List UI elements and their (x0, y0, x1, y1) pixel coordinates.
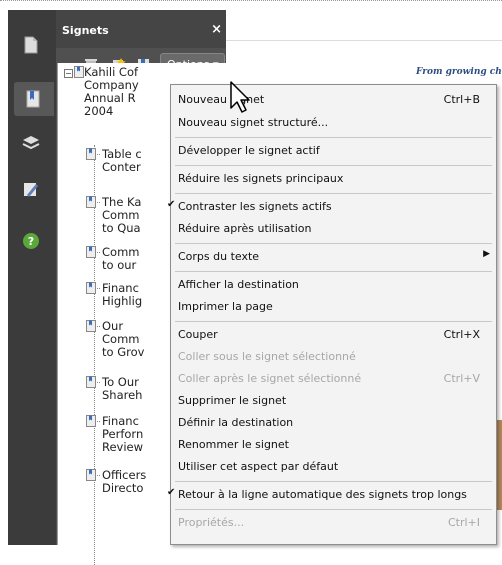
menu-item-label: Coller sous le signet sélectionné (178, 350, 356, 363)
tree-bookmark-label: Comm to our (102, 245, 140, 272)
menu-item-label: Retour à la ligne automatique des signet… (178, 488, 467, 501)
menu-item-label: Définir la destination (178, 416, 294, 429)
menu-item-3[interactable]: Réduire les signets principaux (171, 169, 496, 189)
tree-bookmark-label: Officers Directo (102, 468, 147, 495)
window-top-border (0, 0, 502, 8)
layers-button[interactable] (14, 126, 48, 160)
menu-item-12[interactable]: Supprimer le signet (171, 391, 496, 411)
menu-item-label: Imprimer la page (178, 300, 273, 313)
menu-item-17: Propriétés... Ctrl+I (171, 513, 496, 533)
menu-item-4[interactable]: ✔ Contraster les signets actifs (167, 197, 496, 217)
help-button[interactable]: ? (14, 224, 48, 258)
menu-item-9[interactable]: Couper Ctrl+X (171, 325, 496, 345)
pen-signature-icon (24, 183, 38, 197)
collapse-icon[interactable]: − (64, 69, 73, 78)
menu-item-14[interactable]: Renommer le signet (171, 435, 496, 455)
menu-separator (175, 137, 492, 138)
bookmark-icon (86, 246, 96, 258)
menu-item-label: Couper (178, 328, 218, 341)
check-icon: ✔ (167, 199, 176, 210)
bookmark-icon (26, 90, 40, 108)
panel-title: Signets (62, 24, 109, 37)
menu-item-label: Utiliser cet aspect par défaut (178, 460, 339, 473)
bookmarks-button[interactable] (14, 82, 54, 116)
navigation-pane-toolbar: ? (8, 10, 56, 545)
page-icon (24, 36, 38, 54)
menu-item-0[interactable]: Nouveau signet Ctrl+B (171, 90, 496, 110)
tree-bookmark-label: Financ Perforn Review (102, 414, 144, 454)
menu-item-label: Afficher la destination (178, 278, 299, 291)
menu-item-5[interactable]: Réduire après utilisation (171, 219, 496, 239)
bookmark-icon (86, 282, 96, 294)
menu-item-13[interactable]: Définir la destination (171, 413, 496, 433)
menu-item-label: Coller après le signet sélectionné (178, 372, 362, 385)
tree-root-label: Kahili Cof Company Annual R 2004 (84, 65, 139, 118)
menu-item-label: Renommer le signet (178, 438, 289, 451)
menu-item-shortcut: Ctrl+V (443, 372, 480, 385)
signatures-button[interactable] (14, 172, 48, 206)
document-headline: From growing che (416, 67, 502, 77)
tree-connector (94, 145, 95, 565)
menu-item-11: Coller après le signet sélectionné Ctrl+V (171, 369, 496, 389)
menu-item-label: Réduire les signets principaux (178, 172, 344, 185)
bookmark-icon (86, 469, 96, 481)
menu-item-1[interactable]: Nouveau signet structuré... (171, 113, 496, 133)
menu-separator (175, 243, 492, 244)
menu-separator (175, 193, 492, 194)
menu-item-label: Corps du texte (178, 250, 260, 263)
bookmark-icon (86, 320, 96, 332)
tree-bookmark-label: Our Comm to Grov (102, 319, 145, 359)
menu-item-shortcut: Ctrl+B (443, 93, 480, 106)
document-top-rule (226, 40, 502, 41)
menu-item-16[interactable]: ✔ Retour à la ligne automatique des signe… (167, 485, 496, 505)
bookmark-icon (86, 196, 96, 208)
check-icon: ✔ (167, 487, 176, 498)
menu-separator (175, 165, 492, 166)
menu-separator (175, 481, 492, 482)
menu-separator (175, 321, 492, 322)
menu-item-8[interactable]: Imprimer la page (171, 297, 496, 317)
menu-item-shortcut: Ctrl+I (447, 516, 480, 529)
menu-separator (175, 509, 492, 510)
menu-item-2[interactable]: Développer le signet actif (171, 141, 496, 161)
menu-item-label: Supprimer le signet (178, 394, 287, 407)
menu-item-10: Coller sous le signet sélectionné (171, 347, 496, 367)
tree-bookmark-label: To Our Shareh (102, 375, 143, 402)
bookmark-icon (74, 66, 84, 78)
options-menu: Nouveau signet Ctrl+B Nouveau signet struc… (167, 84, 497, 545)
panel-header: Signets × (56, 10, 234, 48)
svg-text:?: ? (28, 235, 34, 248)
bookmark-icon (86, 415, 96, 427)
tree-bookmark-label: The Ka Comm to Qua (102, 195, 142, 235)
help-icon: ? (23, 233, 39, 249)
close-icon[interactable]: × (211, 22, 222, 37)
submenu-arrow-icon: ▶ (483, 249, 490, 259)
bookmark-icon (86, 376, 96, 388)
tree-bookmark-label: Financ Highlig (102, 281, 143, 308)
menu-item-label: Réduire après utilisation (178, 222, 312, 235)
menu-item-label: Propriétés... (178, 516, 245, 529)
layers-icon (22, 136, 40, 150)
menu-item-15[interactable]: Utiliser cet aspect par défaut (171, 457, 496, 477)
page-thumbnails-button[interactable] (14, 28, 48, 62)
menu-item-6[interactable]: Corps du texte ▶ (171, 247, 496, 267)
menu-item-7[interactable]: Afficher la destination (171, 275, 496, 295)
menu-item-label: Contraster les signets actifs (178, 200, 332, 213)
bookmark-icon (86, 148, 96, 160)
tree-bookmark-label: Table c Conter (102, 147, 142, 174)
menu-item-label: Développer le signet actif (178, 144, 320, 157)
menu-item-shortcut: Ctrl+X (443, 328, 480, 341)
menu-separator (175, 271, 492, 272)
mouse-cursor-icon (230, 81, 250, 113)
menu-item-label: Nouveau signet structuré... (178, 116, 329, 129)
